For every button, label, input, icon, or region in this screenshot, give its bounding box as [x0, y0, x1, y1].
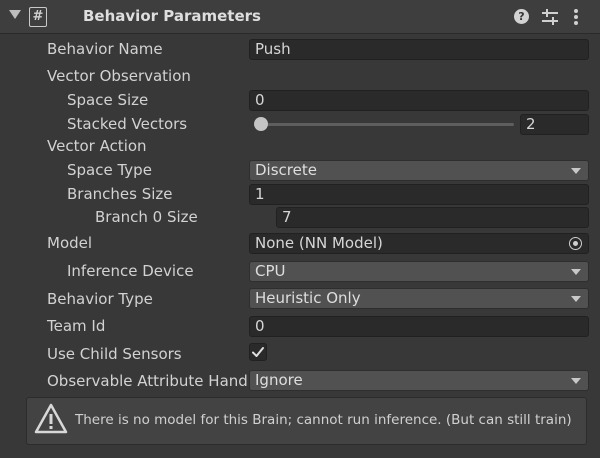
- stacked-vectors-label: Stacked Vectors: [67, 115, 188, 133]
- inference-device-label: Inference Device: [67, 262, 194, 280]
- help-icon[interactable]: ?: [514, 9, 529, 24]
- branch-0-size-label: Branch 0 Size: [95, 208, 198, 226]
- model-value: None (NN Model): [255, 234, 383, 252]
- team-id-input[interactable]: 0: [249, 316, 589, 337]
- observable-attribute-label: Observable Attribute Hand: [47, 372, 248, 390]
- inference-device-value: CPU: [255, 262, 286, 280]
- vector-observation-label: Vector Observation: [47, 67, 191, 85]
- vector-action-label: Vector Action: [47, 137, 147, 155]
- behavior-type-dropdown[interactable]: Heuristic Only: [249, 288, 589, 309]
- preset-icon[interactable]: [542, 9, 558, 25]
- use-child-sensors-checkbox[interactable]: [249, 343, 267, 361]
- foldout-arrow-icon[interactable]: [9, 10, 21, 19]
- observable-attribute-dropdown[interactable]: Ignore: [249, 370, 589, 391]
- checkmark-icon: [252, 347, 264, 357]
- warning-text: There is no model for this Brain; cannot…: [75, 412, 572, 428]
- dropdown-arrow-icon: [571, 296, 581, 302]
- model-label: Model: [47, 234, 93, 252]
- kebab-menu-icon[interactable]: [573, 9, 579, 25]
- dropdown-arrow-icon: [571, 168, 581, 174]
- behavior-name-input[interactable]: Push: [249, 39, 589, 60]
- behavior-type-value: Heuristic Only: [255, 289, 361, 307]
- space-size-input[interactable]: 0: [249, 90, 589, 111]
- stacked-vectors-slider-track[interactable]: [256, 123, 514, 126]
- warning-icon: [34, 403, 68, 434]
- team-id-label: Team Id: [47, 317, 106, 335]
- dropdown-arrow-icon: [571, 378, 581, 384]
- script-icon: #: [29, 7, 47, 27]
- branch-0-size-input[interactable]: 7: [276, 207, 589, 228]
- branches-size-label: Branches Size: [67, 185, 173, 203]
- behavior-type-label: Behavior Type: [47, 290, 153, 308]
- dropdown-arrow-icon: [571, 269, 581, 275]
- space-size-label: Space Size: [67, 91, 149, 109]
- inference-device-dropdown[interactable]: CPU: [249, 261, 589, 282]
- component-title: Behavior Parameters: [83, 7, 261, 25]
- component-header: # Behavior Parameters ?: [0, 0, 600, 34]
- stacked-vectors-slider-thumb[interactable]: [254, 117, 268, 131]
- model-field[interactable]: None (NN Model): [249, 233, 589, 254]
- warning-helpbox: There is no model for this Brain; cannot…: [26, 397, 587, 445]
- space-type-label: Space Type: [67, 161, 152, 179]
- object-picker-icon[interactable]: [569, 237, 582, 250]
- branches-size-input[interactable]: 1: [249, 184, 589, 205]
- stacked-vectors-input[interactable]: 2: [520, 114, 589, 135]
- behavior-name-label: Behavior Name: [47, 40, 163, 58]
- observable-attribute-value: Ignore: [255, 371, 303, 389]
- space-type-dropdown[interactable]: Discrete: [249, 160, 589, 181]
- space-type-value: Discrete: [255, 161, 317, 179]
- use-child-sensors-label: Use Child Sensors: [47, 345, 182, 363]
